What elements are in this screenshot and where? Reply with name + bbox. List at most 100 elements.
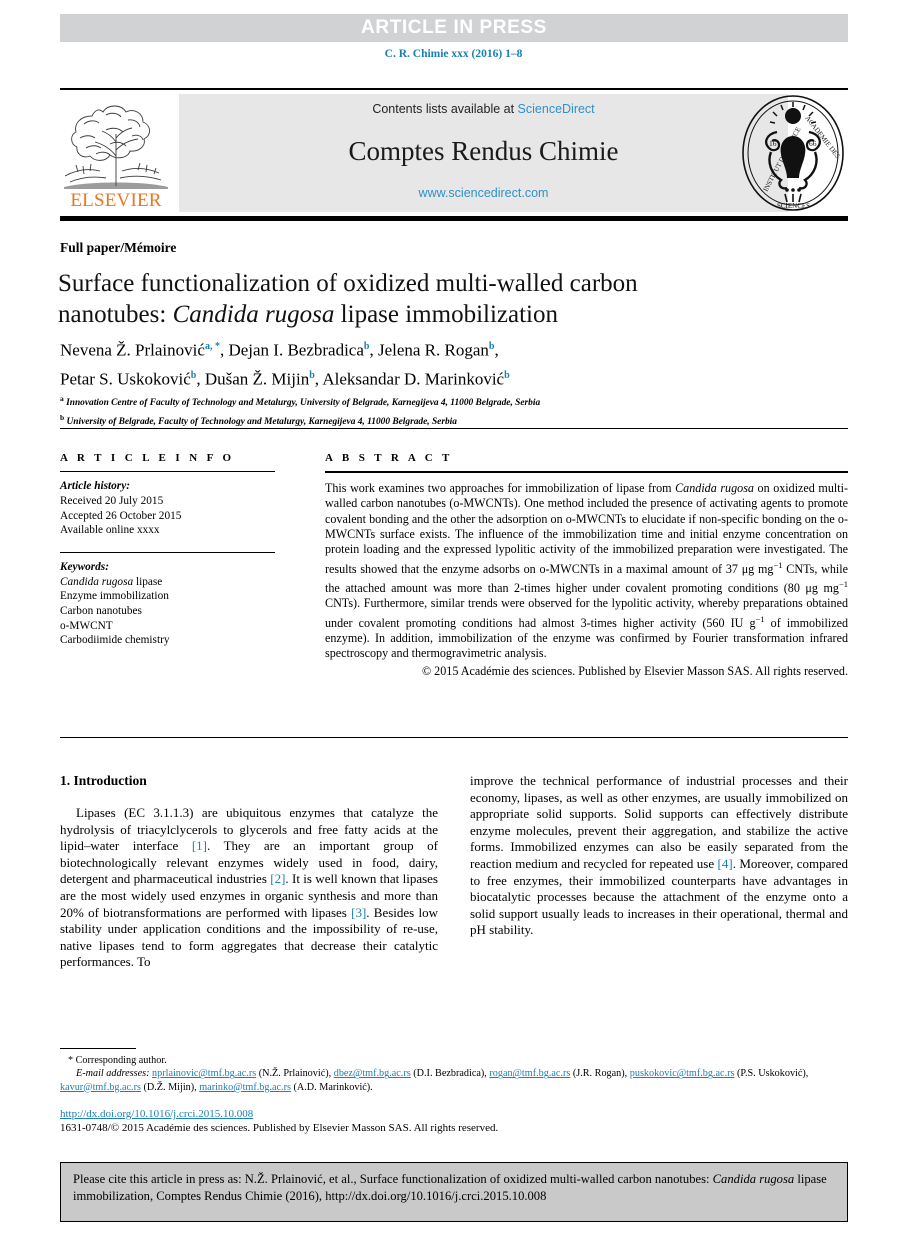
article-in-press-banner: ARTICLE IN PRESS (60, 14, 848, 42)
email-link[interactable]: nprlainovic@tmf.bg.ac.rs (152, 1068, 256, 1079)
citation-ref-2[interactable]: [2] (270, 871, 285, 886)
sciencedirect-link[interactable]: ScienceDirect (518, 102, 595, 116)
title-line-1: Surface functionalization of oxidized mu… (58, 270, 638, 297)
keyword-item: Enzyme immobilization (60, 590, 169, 603)
title-species-name: Candida rugosa (172, 301, 335, 328)
svg-text:16: 16 (769, 139, 777, 148)
author-affiliation-mark[interactable]: a, * (205, 341, 220, 352)
citation-ref-1[interactable]: [1] (192, 838, 207, 853)
cite-line-1: Please cite this article in press as: N.… (73, 1172, 710, 1186)
elsevier-wordmark: ELSEVIER (70, 190, 162, 211)
affiliation-mark: a (60, 394, 64, 403)
intro-paragraph-left: Lipases (EC 3.1.1.3) are ubiquitous enzy… (60, 805, 438, 971)
abstract-species-name: Candida rugosa (675, 481, 754, 496)
email-owner: (A.D. Marinković). (290, 1081, 373, 1093)
footnote-rule (60, 1048, 136, 1050)
keywords-rule (60, 551, 275, 554)
article-info-heading: A R T I C L E I N F O (60, 452, 235, 464)
issn-copyright-line: 1631-0748/© 2015 Académie des sciences. … (60, 1122, 499, 1134)
elsevier-logo: ELSEVIER (60, 94, 172, 214)
citation-ref-4[interactable]: [4] (718, 856, 733, 871)
history-accepted: Accepted 26 October 2015 (60, 509, 182, 522)
elsevier-tree-icon (64, 105, 168, 189)
email-link[interactable]: marinko@tmf.bg.ac.rs (199, 1082, 291, 1093)
affiliation-item: b University of Belgrade, Faculty of Tec… (60, 411, 850, 430)
email-link[interactable]: puskokovic@tmf.bg.ac.rs (630, 1068, 735, 1079)
header-divider-rule (60, 428, 848, 430)
keyword-item: Carbodiimide chemistry (60, 634, 170, 647)
title-line-2-prefix: nanotubes: (58, 301, 173, 328)
keyword-rest: lipase (133, 575, 163, 588)
contents-lists-line: Contents lists available at ScienceDirec… (179, 102, 788, 116)
intro-paragraph-right: improve the technical performance of ind… (470, 773, 848, 939)
author-separator: , (494, 340, 499, 360)
keywords-label: Keywords: (60, 561, 109, 574)
abstract-superscript: −1 (755, 613, 765, 624)
affiliation-list: a Innovation Centre of Faculty of Techno… (60, 392, 850, 429)
article-in-press-label: ARTICLE IN PRESS (361, 17, 547, 38)
email-link[interactable]: kavur@tmf.bg.ac.rs (60, 1082, 141, 1093)
sciencedirect-url[interactable]: www.sciencedirect.com (179, 186, 788, 200)
title-line-2-suffix: lipase immobilization (334, 301, 558, 328)
introduction-left-column: 1. Introduction Lipases (EC 3.1.1.3) are… (60, 773, 438, 971)
email-owner: (N.Ž. Prlainović), (256, 1068, 334, 1080)
email-owner: (J.R. Rogan), (570, 1068, 630, 1080)
email-owner: (D.Ž. Mijin), (140, 1081, 200, 1093)
academie-des-sciences-seal-icon: INSTITUT DE FRANCE ACADEMIE DES SCIENCES… (742, 95, 844, 211)
author-name: Nevena Ž. Prlainović (60, 340, 205, 360)
abstract-bottom-rule (60, 737, 848, 739)
abstract-part: This work examines two approaches for im… (325, 481, 676, 496)
doi-link[interactable]: http://dx.doi.org/10.1016/j.crci.2015.10… (60, 1108, 253, 1120)
svg-text:SCIENCES: SCIENCES (777, 202, 810, 210)
author-name: Petar S. Uskoković (60, 369, 191, 389)
affiliation-mark: b (60, 412, 65, 422)
citation-ref-3[interactable]: [3] (351, 905, 366, 920)
introduction-right-column: improve the technical performance of ind… (470, 773, 848, 939)
keyword-item: Carbon nanotubes (60, 604, 142, 617)
cite-species-name: Candida rugosa (712, 1172, 795, 1186)
keyword-item: o-MWCNT (60, 619, 113, 632)
author-name: Aleksandar D. Marinković (322, 369, 505, 389)
author-name: Dušan Ž. Mijin (204, 369, 310, 389)
page-title: Surface functionalization of oxidized mu… (58, 268, 758, 330)
author-name: Dejan I. Bezbradica (228, 340, 364, 360)
section-title-introduction: 1. Introduction (60, 773, 147, 788)
article-page: ARTICLE IN PRESS C. R. Chimie xxx (2016)… (0, 0, 907, 1238)
abstract-part: on oxidized multi-walled carbon nanotube… (325, 481, 848, 576)
author-separator: , (369, 340, 378, 360)
abstract-superscript: −1 (773, 559, 783, 570)
cite-text: Please cite this article in press as: N.… (73, 1171, 835, 1205)
history-received: Received 20 July 2015 (60, 494, 164, 507)
article-history-label: Article history: (60, 480, 130, 493)
email-addresses-line: E-mail addresses: nprlainovic@tmf.bg.ac.… (60, 1067, 850, 1094)
article-history-block: Article history: Received 20 July 2015 A… (60, 479, 275, 537)
abstract-superscript: −1 (838, 579, 848, 589)
keyword-item: Candida rugosa lipase (60, 575, 275, 590)
email-owner: (D.I. Bezbradica), (410, 1068, 490, 1080)
abstract-copyright: © 2015 Académie des sciences. Published … (421, 663, 848, 678)
keyword-italic: Candida rugosa (60, 575, 134, 588)
email-addresses-label: E-mail addresses: (76, 1068, 150, 1080)
abstract-section: A B S T R A C T This work examines two a… (325, 452, 848, 679)
paper-type-label: Full paper/Mémoire (60, 240, 177, 255)
article-info-section: A R T I C L E I N F O Article history: R… (60, 452, 275, 648)
cite-this-article-box: Please cite this article in press as: N.… (60, 1162, 848, 1222)
footnote-block: * Corresponding author. E-mail addresses… (60, 1054, 850, 1094)
affiliation-item: a Innovation Centre of Faculty of Techno… (60, 392, 850, 411)
affiliation-text: Innovation Centre of Faculty of Technolo… (66, 398, 541, 409)
masthead-bottom-rule (60, 216, 848, 221)
author-separator: , (196, 369, 205, 389)
email-owner: (P.S. Uskoković), (734, 1068, 809, 1080)
journal-reference: C. R. Chimie xxx (2016) 1–8 (384, 48, 523, 60)
abstract-body: This work examines two approaches for im… (325, 481, 848, 661)
contents-prefix: Contents lists available at (372, 102, 518, 116)
abstract-rule (325, 471, 848, 474)
svg-text:66: 66 (809, 139, 817, 148)
keywords-block: Keywords: Candida rugosa lipase Enzyme i… (60, 560, 275, 648)
email-link[interactable]: rogan@tmf.bg.ac.rs (489, 1068, 570, 1079)
abstract-heading: A B S T R A C T (325, 452, 453, 464)
author-list: Nevena Ž. Prlainovića, *, Dejan I. Bezbr… (60, 334, 850, 391)
masthead-top-rule (60, 88, 848, 90)
email-link[interactable]: dbez@tmf.bg.ac.rs (334, 1068, 411, 1079)
corresponding-author-note: * Corresponding author. (68, 1055, 167, 1066)
